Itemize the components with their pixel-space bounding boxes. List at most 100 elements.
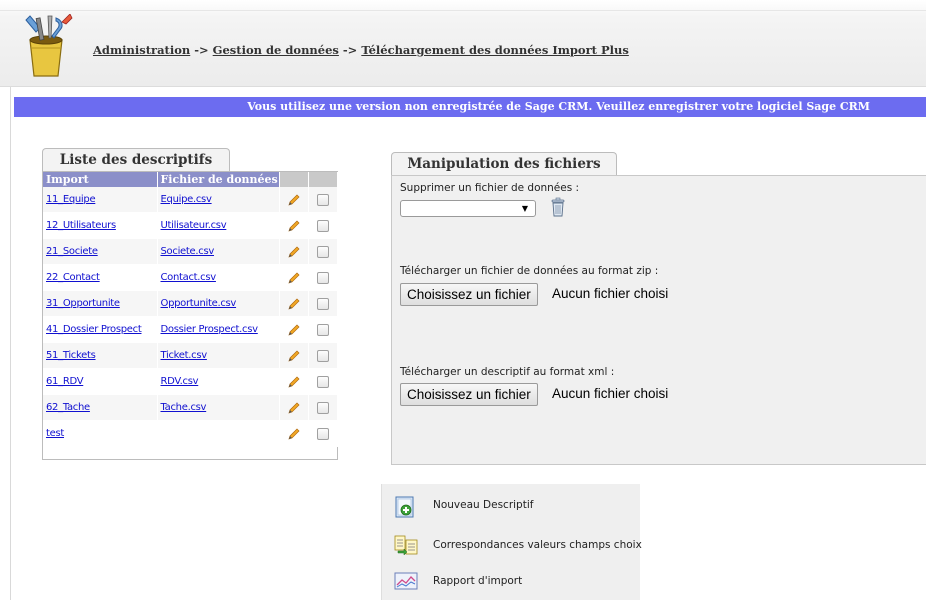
choose-zip-file-button[interactable]: Choisissez un fichier [400,283,538,306]
row-checkbox[interactable] [316,375,329,388]
dropdown-arrow-icon: ▼ [521,204,528,213]
table-row: 11_Equipe Equipe.csv [43,187,338,213]
import-cell: 21_Societe [43,238,158,265]
report-chart-icon [394,572,418,590]
edit-pencil-icon [287,194,299,206]
page-border [10,0,11,600]
row-checkbox[interactable] [316,193,329,206]
edit-cell[interactable] [279,212,309,239]
row-checkbox[interactable] [316,245,329,258]
import-link[interactable]: 11_Equipe [46,194,96,205]
import-cell: 41_Dossier Prospect [43,316,158,343]
file-link[interactable]: Dossier Prospect.csv [161,324,259,335]
column-header-import: Import [43,172,158,187]
breadcrumb-telechargement[interactable]: Téléchargement des données Import Plus [361,43,629,57]
descriptifs-table: Import Fichier de données 11_Equipe Equip… [43,172,338,447]
table-row: 12_Utilisateurs Utilisateur.csv [43,212,338,239]
import-cell: 51_Tickets [43,342,158,369]
edit-cell[interactable] [279,238,309,265]
import-link[interactable]: 21_Societe [46,246,98,257]
upload-zip-label: Télécharger un fichier de données au for… [400,265,659,277]
edit-cell[interactable] [279,368,309,395]
file-cell: Ticket.csv [157,342,280,369]
row-checkbox[interactable] [316,401,329,414]
delete-file-select[interactable]: ▼ [400,200,536,217]
breadcrumb: Administration -> Gestion de données -> Télé… [93,43,629,57]
edit-pencil-icon [287,324,299,336]
import-cell: 11_Equipe [43,187,158,213]
import-link[interactable]: 51_Tickets [46,350,96,361]
header-bar: Administration -> Gestion de données -> Télé… [0,0,926,87]
file-link[interactable]: Societe.csv [161,246,215,257]
unregistered-banner: Vous utilisez une version non enregistré… [14,97,926,117]
edit-pencil-icon [287,220,299,232]
column-header-edit [279,172,309,187]
edit-cell[interactable] [279,264,309,291]
edit-cell[interactable] [279,342,309,369]
import-link[interactable]: 31_Opportunite [46,298,120,309]
trash-icon[interactable] [550,196,566,218]
table-row: 22_Contact Contact.csv [43,264,338,291]
select-cell [308,187,338,213]
breadcrumb-gestion-donnees[interactable]: Gestion de données [213,43,339,57]
file-link[interactable]: Contact.csv [161,272,217,283]
file-link[interactable]: Utilisateur.csv [161,220,227,231]
mapping-icon [394,535,418,556]
tab-liste-descriptifs[interactable]: Liste des descriptifs [42,148,230,172]
row-checkbox[interactable] [316,349,329,362]
file-cell [157,420,280,447]
edit-cell[interactable] [279,420,309,447]
import-link[interactable]: 22_Contact [46,272,100,283]
select-cell [308,368,338,395]
import-link[interactable]: 41_Dossier Prospect [46,324,142,335]
edit-pencil-icon [287,350,299,362]
file-cell: Dossier Prospect.csv [157,316,280,343]
file-cell: Utilisateur.csv [157,212,280,239]
table-row: 31_Opportunite Opportunite.csv [43,290,338,317]
import-link[interactable]: 61_RDV [46,376,84,387]
select-cell [308,316,338,343]
select-cell [308,238,338,265]
row-checkbox[interactable] [316,219,329,232]
edit-pencil-icon [287,298,299,310]
header-divider [0,10,926,11]
edit-cell[interactable] [279,394,309,421]
import-link[interactable]: test [46,428,64,439]
breadcrumb-separator: -> [194,43,209,57]
edit-pencil-icon [287,272,299,284]
file-link[interactable]: RDV.csv [161,376,199,387]
file-link[interactable]: Tache.csv [161,402,207,413]
import-link[interactable]: 62_Tache [46,402,90,413]
select-cell [308,212,338,239]
column-header-select [308,172,338,187]
import-cell: 31_Opportunite [43,290,158,317]
manipulation-panel: Supprimer un fichier de données : ▼ Télé… [391,175,926,465]
file-cell: RDV.csv [157,368,280,395]
new-document-icon [395,496,414,518]
tab-manipulation-fichiers[interactable]: Manipulation des fichiers [391,152,617,176]
import-cell: 22_Contact [43,264,158,291]
row-checkbox[interactable] [316,427,329,440]
choose-xml-file-button[interactable]: Choisissez un fichier [400,383,538,406]
delete-file-label: Supprimer un fichier de données : [400,182,580,194]
row-checkbox[interactable] [316,271,329,284]
row-checkbox[interactable] [316,323,329,336]
file-link[interactable]: Opportunite.csv [161,298,237,309]
file-cell: Societe.csv [157,238,280,265]
row-checkbox[interactable] [316,297,329,310]
edit-cell[interactable] [279,187,309,213]
edit-pencil-icon [287,428,299,440]
edit-cell[interactable] [279,290,309,317]
select-cell [308,264,338,291]
actions-panel: Nouveau Descriptif Correspondances valeu… [381,484,642,600]
table-row: 51_Tickets Ticket.csv [43,342,338,369]
file-link[interactable]: Ticket.csv [161,350,208,361]
import-cell: 62_Tache [43,394,158,421]
breadcrumb-administration[interactable]: Administration [93,43,190,57]
table-row: 21_Societe Societe.csv [43,238,338,265]
import-link[interactable]: 12_Utilisateurs [46,220,116,231]
edit-cell[interactable] [279,316,309,343]
file-link[interactable]: Equipe.csv [161,194,212,205]
table-row: test [43,420,338,447]
table-row: 41_Dossier Prospect Dossier Prospect.csv [43,316,338,343]
